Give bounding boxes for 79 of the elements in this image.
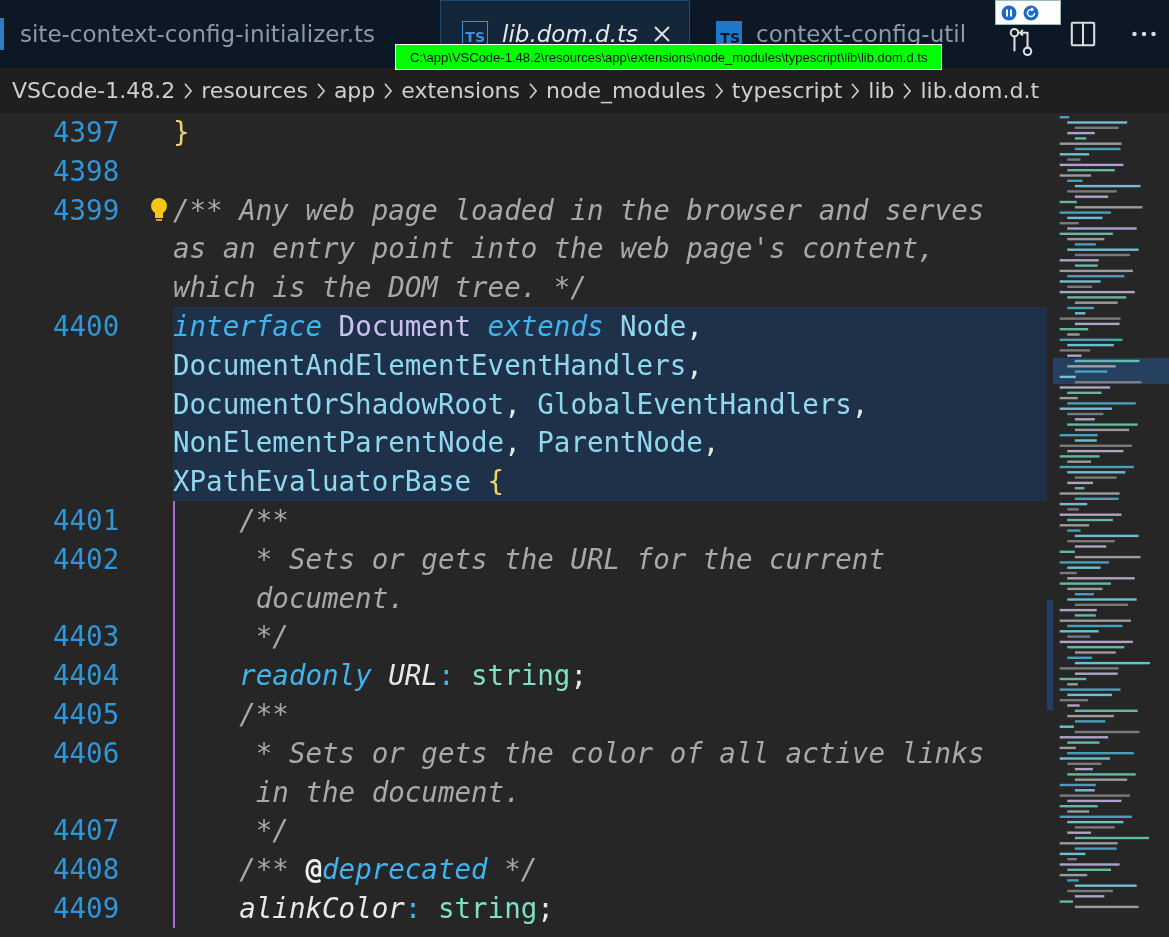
code-type: XPathEvaluatorBase bbox=[173, 465, 472, 498]
code-type: DocumentOrShadowRoot bbox=[173, 387, 505, 420]
code-punctuation: , bbox=[686, 310, 703, 342]
compare-changes-icon[interactable] bbox=[1007, 26, 1035, 58]
breadcrumb-item[interactable]: lib.dom.d.t bbox=[920, 78, 1040, 103]
line-number: 4407 bbox=[52, 813, 120, 849]
code-type: ParentNode bbox=[537, 426, 703, 459]
line-number: 4401 bbox=[52, 502, 120, 538]
code-comment: /** bbox=[239, 853, 290, 886]
code-comment: /** bbox=[239, 503, 289, 536]
code-identifier: Document bbox=[338, 310, 473, 342]
code-punctuation: , bbox=[504, 387, 522, 420]
code-punctuation: , bbox=[851, 387, 869, 420]
code-property: URL bbox=[388, 659, 438, 692]
chevron-right-icon bbox=[529, 82, 537, 99]
line-number: 4398 bbox=[52, 153, 120, 189]
code-comment: as an entry point into the web page's content, bbox=[173, 232, 935, 265]
breadcrumb-item[interactable]: node_modules bbox=[546, 78, 706, 103]
code-type: NonElementParentNode bbox=[173, 426, 505, 459]
code-brace: } bbox=[173, 116, 190, 148]
line-number: 4408 bbox=[52, 852, 120, 888]
code-brace: { bbox=[487, 465, 505, 498]
breadcrumb-item[interactable]: resources bbox=[201, 78, 308, 103]
line-number: 4409 bbox=[52, 890, 120, 926]
code-keyword: deprecated bbox=[322, 853, 488, 886]
chevron-right-icon bbox=[184, 82, 193, 99]
chevron-right-icon bbox=[851, 82, 860, 99]
code-keyword: interface bbox=[173, 310, 323, 342]
breadcrumb-item[interactable]: VSCode-1.48.2 bbox=[12, 78, 176, 103]
line-number: 4403 bbox=[52, 619, 120, 655]
chevron-right-icon bbox=[714, 82, 723, 99]
more-actions-icon[interactable] bbox=[1131, 30, 1157, 38]
close-icon[interactable] bbox=[652, 24, 672, 44]
code-punctuation: : bbox=[404, 891, 423, 924]
breadcrumb-item[interactable]: lib bbox=[868, 78, 895, 103]
code-comment: */ bbox=[254, 620, 289, 653]
code-comment: * Sets or gets the URL for the current bbox=[254, 542, 885, 575]
code-comment: /** Any web page loaded in the browser and serves bbox=[173, 193, 985, 226]
code-keyword: readonly bbox=[239, 659, 373, 692]
code-comment: which is the DOM tree. */ bbox=[173, 271, 587, 304]
line-number: 4405 bbox=[52, 696, 120, 732]
typescript-file-icon: TS bbox=[716, 21, 742, 47]
code-property: alinkColor bbox=[239, 891, 405, 924]
code-comment: * Sets or gets the color of all active links bbox=[254, 736, 985, 769]
code-comment: */ bbox=[254, 814, 289, 847]
line-number: 4400 bbox=[52, 309, 120, 344]
chevron-right-icon bbox=[903, 82, 912, 99]
code-type: DocumentAndElementEventHandlers bbox=[173, 348, 687, 381]
chevron-right-icon bbox=[316, 82, 325, 99]
chevron-right-icon bbox=[384, 82, 393, 99]
code-type: GlobalEventHandlers bbox=[537, 387, 852, 420]
code-comment: */ bbox=[503, 853, 538, 886]
line-number: 4399 bbox=[52, 192, 120, 228]
path-tooltip: C:\app\VSCode-1.48.2\resources\app\extensions\node_modules\typescript\lib\lib.dom.d.ts bbox=[395, 44, 943, 70]
code-comment: in the document. bbox=[255, 775, 521, 808]
code-punctuation: , bbox=[504, 426, 522, 459]
code-punctuation: @ bbox=[305, 853, 323, 886]
code-comment: /** bbox=[239, 697, 289, 730]
lightbulb-icon[interactable] bbox=[149, 196, 169, 223]
code-type: Node bbox=[620, 310, 687, 342]
breadcrumb-item[interactable]: app bbox=[333, 78, 376, 103]
code-punctuation: ; bbox=[570, 659, 587, 692]
code-type: string bbox=[471, 659, 571, 692]
breadcrumb-item[interactable]: typescript bbox=[731, 78, 843, 103]
line-number: 4406 bbox=[52, 735, 120, 771]
code-punctuation: ; bbox=[537, 891, 554, 924]
code-type: string bbox=[437, 891, 538, 924]
code-keyword: extends bbox=[487, 310, 605, 342]
code-punctuation: , bbox=[702, 426, 720, 459]
line-number: 4402 bbox=[52, 541, 120, 577]
breadcrumb-item[interactable]: extensions bbox=[401, 78, 520, 103]
code-comment: document. bbox=[255, 581, 405, 614]
restart-icon[interactable] bbox=[1023, 4, 1039, 21]
code-punctuation: : bbox=[437, 659, 456, 692]
line-number: 4397 bbox=[52, 115, 120, 150]
pause-icon[interactable] bbox=[1001, 4, 1017, 21]
scrollbar-thumb[interactable] bbox=[1047, 600, 1053, 710]
line-number: 4404 bbox=[52, 658, 120, 694]
code-punctuation: , bbox=[686, 348, 703, 381]
